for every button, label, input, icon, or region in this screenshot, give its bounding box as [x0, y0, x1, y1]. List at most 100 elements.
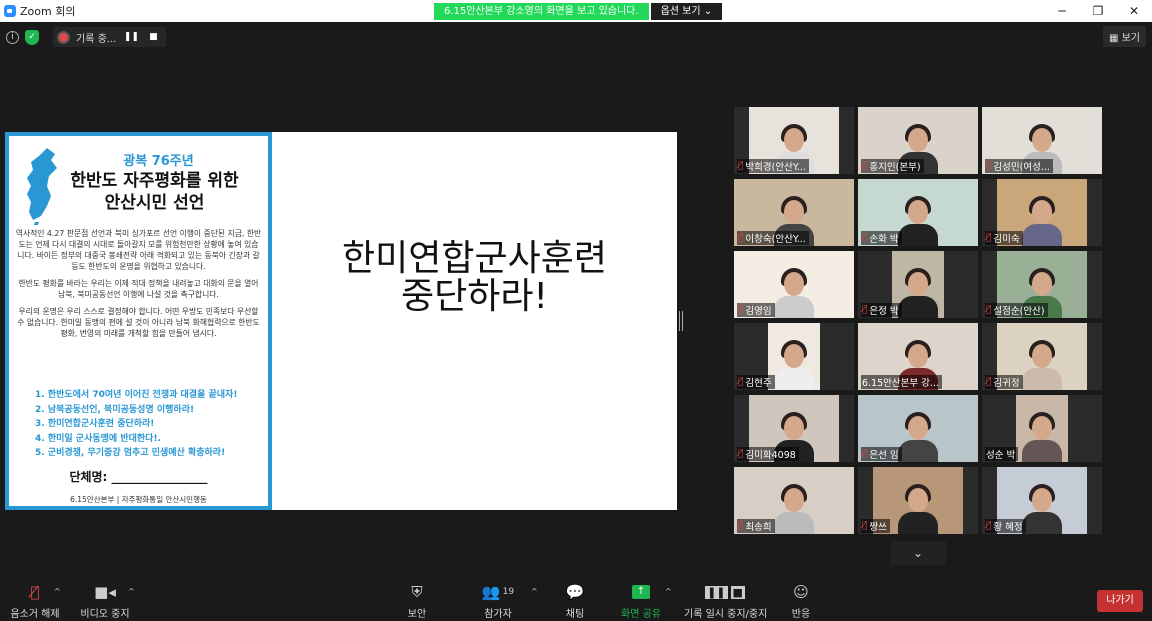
mic-muted-icon: 🎙̸ — [738, 305, 744, 315]
grid-icon: ▦ — [1108, 33, 1119, 44]
unmute-label: 음소거 해제 — [10, 609, 60, 620]
participant-silhouette — [774, 268, 814, 318]
poster-subtitle: 광복 76주년 — [123, 154, 194, 169]
share-banner-message: 6.15안산본부 강소영의 화면을 보고 있습니다. — [434, 3, 649, 20]
share-screen-button[interactable]: ↑ 화면 공유 — [620, 581, 662, 620]
view-button[interactable]: ▦ 보기 — [1102, 26, 1146, 47]
encryption-shield-icon[interactable]: ✓ — [25, 29, 39, 45]
share-screen-icon: ↑ — [632, 585, 650, 599]
poster-title-line1: 한반도 자주평화를 위한 — [70, 171, 239, 191]
slogan-line2: 중단하라! — [401, 276, 548, 317]
view-options-button[interactable]: 옵션 보기 ⌄ — [650, 3, 723, 20]
participant-silhouette — [898, 268, 938, 318]
participant-silhouette — [1022, 484, 1062, 534]
meeting-info-icon[interactable]: i — [6, 30, 19, 44]
record-dot-icon — [59, 32, 68, 42]
maximize-button[interactable]: ❐ — [1080, 0, 1116, 22]
participant-name-label: 🎙̸ 이창숙(안산Y... — [737, 231, 809, 245]
pause-recording-icon[interactable]: ❚❚ — [124, 30, 139, 44]
participant-video-tile[interactable]: 🎙̸ 황 혜정 — [982, 467, 1102, 534]
participant-video-tile[interactable]: 🎙̸ 은선 임 — [858, 395, 978, 462]
participant-video-tile[interactable]: 🎙̸ 김성민(여성... — [982, 107, 1102, 174]
participant-silhouette — [1022, 412, 1062, 462]
reactions-button[interactable]: ☺ 반응 — [788, 581, 814, 620]
audio-options-caret-icon[interactable]: ^ — [54, 587, 61, 596]
poster-title-line2: 안산시민 선언 — [104, 193, 205, 213]
participant-video-tile[interactable]: 🎙̸ 김귀정 — [982, 323, 1102, 390]
mic-muted-icon: 🎙̸ — [862, 305, 868, 315]
gallery-next-page-button[interactable]: ⌄ — [890, 541, 946, 565]
participants-icon: 👥 19 — [481, 583, 515, 601]
security-button[interactable]: ⛨ 보안 — [400, 581, 434, 620]
poster: 광복 76주년 한반도 자주평화를 위한 안산시민 선언 역사적인 4.27 판… — [5, 132, 272, 510]
participant-video-tile[interactable]: 🎙̸ 손화 박 — [858, 179, 978, 246]
participant-video-tile[interactable]: 🎙̸ 최송희 — [734, 467, 854, 534]
participants-options-caret-icon[interactable]: ^ — [531, 587, 538, 596]
participant-video — [1016, 395, 1068, 462]
participant-video-tile[interactable]: 6.15안산본부 강... — [858, 323, 978, 390]
poster-content: 광복 76주년 한반도 자주평화를 위한 안산시민 선언 역사적인 4.27 판… — [9, 136, 268, 506]
participant-video-tile[interactable]: 🎙̸ 설점순(안산) — [982, 251, 1102, 318]
participants-button[interactable]: 👥 19 참가자 — [478, 581, 518, 620]
stop-video-label: 비디오 중지 — [80, 609, 130, 620]
participant-video-tile[interactable]: 🎙̸ 김현주 — [734, 323, 854, 390]
mic-muted-icon: 🎙̸ — [986, 305, 992, 315]
security-label: 보안 — [407, 609, 427, 620]
participant-video-tile[interactable]: 🎙̸ 홍지인(본부) — [858, 107, 978, 174]
participant-silhouette — [898, 412, 938, 462]
participant-silhouette — [774, 484, 814, 534]
mic-muted-icon: 🎙̸ — [738, 521, 744, 531]
meeting-toolbar: 🎙̸ 음소거 해제 ^ ■◂ 비디오 중지 ^ ⛨ 보안 👥 19 참가자 ^ 💬… — [0, 581, 1152, 621]
minimize-button[interactable]: ─ — [1044, 0, 1080, 22]
mic-muted-icon: 🎙̸ — [738, 161, 744, 171]
participant-video-tile[interactable]: 성순 박 — [982, 395, 1102, 462]
video-options-caret-icon[interactable]: ^ — [128, 587, 135, 596]
participant-name: 박희경(안산Y... — [745, 162, 806, 173]
chat-button[interactable]: 💬 채팅 — [560, 581, 590, 620]
leave-button[interactable]: 나가기 — [1097, 590, 1143, 612]
title-bar: Zoom 회의 6.15안산본부 강소영의 화면을 보고 있습니다. 옵션 보기… — [0, 0, 1152, 22]
share-options-caret-icon[interactable]: ^ — [665, 587, 672, 596]
recording-label: 기록 중... — [76, 33, 117, 45]
participant-video-tile[interactable]: 🎙̸ 김미숙 — [982, 179, 1102, 246]
participant-video-tile[interactable]: 🎙̸ 짱쓰 — [858, 467, 978, 534]
participant-name: 김영임 — [745, 306, 772, 317]
participant-name: 최송희 — [745, 522, 772, 533]
participants-count: 19 — [502, 587, 515, 597]
mic-muted-icon: 🎙̸ — [738, 233, 744, 243]
participant-video-tile[interactable]: 🎙̸ 김미화4098 — [734, 395, 854, 462]
participant-name: 은선 임 — [869, 450, 899, 461]
chat-bubble-icon: 💬 — [565, 583, 585, 601]
participant-name-label: 🎙̸ 박희경(안산Y... — [737, 159, 809, 173]
participant-name-label: 🎙̸ 은선 임 — [861, 447, 902, 461]
participant-name: 짱쓰 — [869, 522, 887, 533]
participant-name: 황 혜정 — [993, 522, 1023, 533]
participant-name-label: 성순 박 — [985, 447, 1019, 461]
pause-stop-recording-button[interactable]: ❚❚ ■ 기록 일시 중지/중지 — [684, 581, 767, 620]
share-banner: 6.15안산본부 강소영의 화면을 보고 있습니다. 옵션 보기 ⌄ — [434, 3, 723, 20]
stop-video-button[interactable]: ■◂ 비디오 중지 — [78, 581, 132, 620]
stop-recording-icon[interactable]: ■ — [146, 30, 160, 44]
close-button[interactable]: ✕ — [1116, 0, 1152, 22]
poster-paragraph: 우리의 운명은 우리 스스로 결정해야 합니다. 어떤 우방도 민족보다 우선할… — [17, 307, 260, 338]
participant-name-label: 🎙̸ 김성민(여성... — [985, 159, 1053, 173]
participant-name-label: 🎙̸ 김미화4098 — [737, 447, 799, 461]
poster-demand: 2. 남북공동선언, 북미공동성명 이행하라! — [35, 404, 195, 415]
participant-silhouette — [898, 484, 938, 534]
view-button-label: 보기 — [1121, 33, 1140, 44]
panel-splitter-handle[interactable] — [679, 311, 683, 331]
poster-demands: 1. 한반도에서 70여년 이어진 전쟁과 대결을 끝내자! 2. 남북공동선언… — [35, 388, 264, 461]
window-title: Zoom 회의 — [20, 5, 76, 18]
mic-muted-icon: 🎙̸ — [986, 161, 992, 171]
participant-name-label: 🎙̸ 홍지인(본부) — [861, 159, 924, 173]
participant-name-label: 🎙̸ 손화 박 — [861, 231, 902, 245]
participant-video-tile[interactable]: 🎙̸ 은정 박 — [858, 251, 978, 318]
participant-name-label: 6.15안산본부 강... — [861, 375, 942, 389]
participant-video-tile[interactable]: 🎙̸ 박희경(안산Y... — [734, 107, 854, 174]
participant-video-tile[interactable]: 🎙̸ 이창숙(안산Y... — [734, 179, 854, 246]
participant-silhouette — [898, 196, 938, 246]
window-controls: ─ ❐ ✕ — [1044, 0, 1152, 22]
participant-video-tile[interactable]: 🎙̸ 김영임 — [734, 251, 854, 318]
participant-name-label: 🎙̸ 설점순(안산) — [985, 303, 1048, 317]
mic-muted-icon: 🎙̸ — [862, 521, 868, 531]
